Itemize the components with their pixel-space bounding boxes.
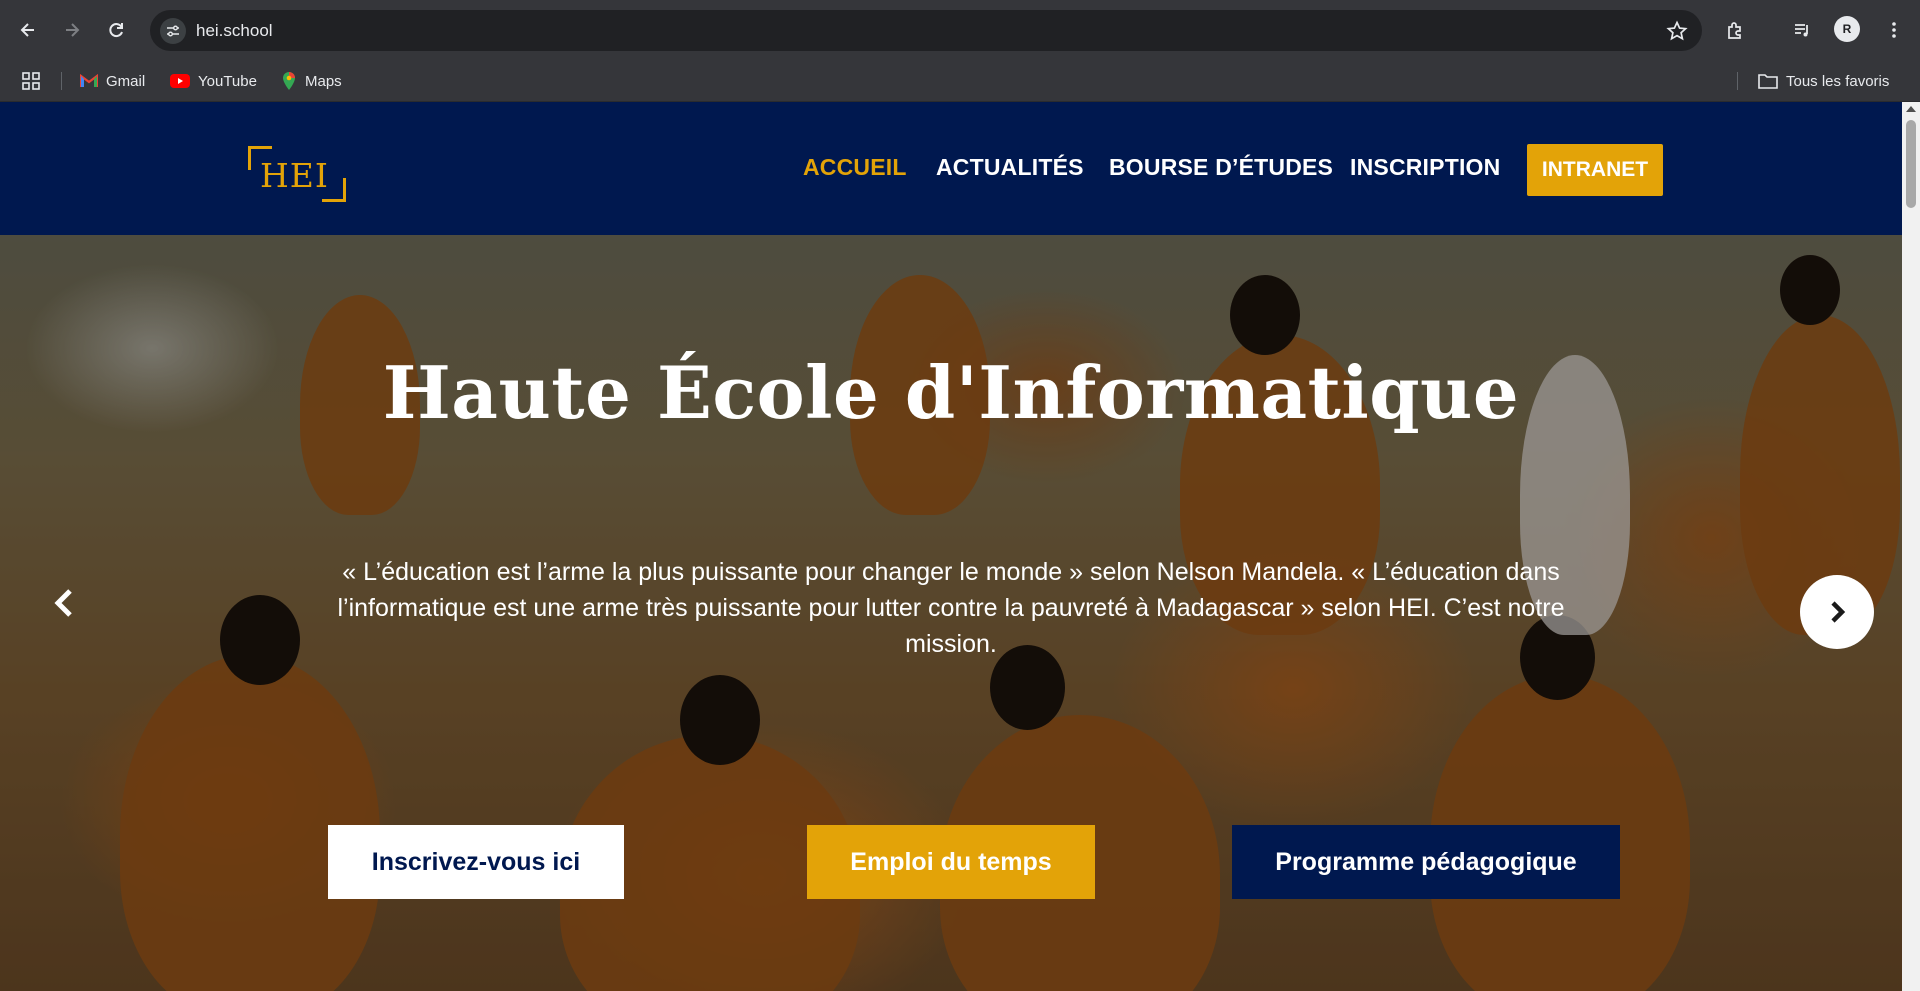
hero-carousel: Haute École d'Informatique « L’éducation… bbox=[0, 235, 1902, 991]
bookmark-gmail[interactable]: Gmail bbox=[80, 69, 145, 93]
puzzle-icon bbox=[1728, 22, 1741, 39]
queue-music-icon bbox=[1795, 24, 1808, 37]
nav-actualites[interactable]: ACTUALITÉS bbox=[936, 154, 1084, 181]
photo-figure-head bbox=[1230, 275, 1300, 355]
browser-chrome: hei.school R Gmail YouTube Maps Tous les… bbox=[0, 0, 1920, 102]
all-bookmarks-button[interactable]: Tous les favoris bbox=[1758, 69, 1889, 93]
nav-inscription[interactable]: INSCRIPTION bbox=[1350, 154, 1500, 181]
photo-figure-head bbox=[220, 595, 300, 685]
page-viewport: HEI ACCUEIL ACTUALITÉS BOURSE D’ÉTUDES I… bbox=[0, 102, 1920, 991]
back-arrow-icon bbox=[20, 23, 34, 37]
logo-text: HEI bbox=[260, 156, 329, 195]
photo-figure-head bbox=[1780, 255, 1840, 325]
page-scrollbar[interactable] bbox=[1902, 102, 1920, 991]
folder-icon bbox=[1758, 74, 1778, 89]
url-text[interactable]: hei.school bbox=[196, 21, 273, 41]
site-header: HEI ACCUEIL ACTUALITÉS BOURSE D’ÉTUDES I… bbox=[0, 102, 1902, 235]
program-button[interactable]: Programme pédagogique bbox=[1232, 825, 1620, 899]
carousel-prev-button[interactable] bbox=[50, 583, 78, 623]
schedule-button[interactable]: Emploi du temps bbox=[807, 825, 1095, 899]
browser-toolbar: hei.school R bbox=[0, 0, 1920, 60]
hei-logo[interactable]: HEI bbox=[248, 146, 346, 202]
bookmarks-bar: Gmail YouTube Maps Tous les favoris bbox=[0, 60, 1920, 102]
back-button[interactable] bbox=[12, 14, 44, 46]
carousel-next-button[interactable] bbox=[1800, 575, 1874, 649]
gmail-icon bbox=[80, 74, 98, 87]
bookmark-label: Gmail bbox=[106, 72, 146, 90]
reload-icon bbox=[109, 23, 123, 38]
hero-title: Haute École d'Informatique bbox=[382, 350, 1520, 435]
reload-button[interactable] bbox=[100, 14, 132, 46]
logo-bracket-bottom-right bbox=[322, 178, 346, 202]
hero-quote: « L’éducation est l’arme la plus puissan… bbox=[337, 558, 1565, 658]
all-bookmarks-label: Tous les favoris bbox=[1786, 72, 1890, 90]
address-bar[interactable]: hei.school bbox=[150, 10, 1702, 51]
bookmark-label: Maps bbox=[305, 72, 342, 90]
site-info-button[interactable] bbox=[160, 18, 186, 44]
photo-figure-head bbox=[680, 675, 760, 765]
register-button[interactable]: Inscrivez-vous ici bbox=[328, 825, 624, 899]
intranet-button[interactable]: INTRANET bbox=[1527, 144, 1663, 196]
extensions-button[interactable] bbox=[1720, 14, 1752, 46]
profile-avatar[interactable]: R bbox=[1834, 16, 1860, 42]
bookmark-maps[interactable]: Maps bbox=[281, 69, 342, 93]
nav-accueil[interactable]: ACCUEIL bbox=[803, 154, 907, 181]
apps-button[interactable] bbox=[22, 69, 40, 93]
photo-figure bbox=[120, 655, 380, 991]
youtube-icon bbox=[170, 74, 190, 88]
forward-button[interactable] bbox=[56, 14, 88, 46]
browser-menu-button[interactable] bbox=[1878, 14, 1910, 46]
bookmark-youtube[interactable]: YouTube bbox=[170, 69, 257, 93]
chevron-left-icon bbox=[54, 589, 72, 617]
scrollbar-thumb[interactable] bbox=[1906, 120, 1916, 208]
bookmark-star-icon[interactable] bbox=[1666, 20, 1688, 42]
bookmarks-divider bbox=[1737, 72, 1738, 90]
bookmarks-divider bbox=[61, 72, 62, 90]
maps-icon bbox=[283, 72, 295, 90]
forward-arrow-icon bbox=[66, 23, 80, 37]
more-vert-icon bbox=[1892, 22, 1896, 38]
chevron-right-icon bbox=[1831, 601, 1846, 623]
nav-bourse-etudes[interactable]: BOURSE D’ÉTUDES bbox=[1109, 154, 1333, 181]
tune-icon bbox=[167, 25, 179, 37]
scroll-up-arrow-icon[interactable] bbox=[1906, 106, 1916, 112]
apps-grid-icon bbox=[22, 72, 40, 90]
media-button[interactable] bbox=[1786, 14, 1818, 46]
bookmark-label: YouTube bbox=[198, 72, 257, 90]
